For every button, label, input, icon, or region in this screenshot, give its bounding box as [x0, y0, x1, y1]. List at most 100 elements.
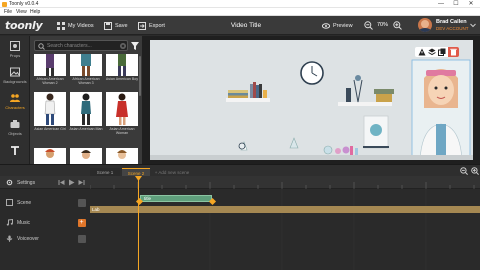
track-music-label: Music	[17, 220, 31, 226]
scene-canvas[interactable]	[150, 40, 473, 160]
save-label: Save	[115, 22, 128, 29]
track-scene-toggle[interactable]	[78, 199, 86, 207]
title-clip[interactable]: title	[140, 195, 212, 202]
menubar: File View Help	[0, 8, 480, 16]
timeline-zoom-in-icon[interactable]	[471, 167, 479, 175]
delete-button[interactable]	[448, 47, 459, 57]
track-scene-label: Scene	[17, 200, 32, 206]
copy-icon[interactable]	[438, 48, 446, 56]
nav-backgrounds-label: Backgrounds	[3, 79, 27, 84]
lab-clip-label: Lab	[92, 207, 100, 212]
character-thumbnail	[116, 93, 128, 125]
warning-icon[interactable]	[418, 48, 426, 56]
character-label: Asian American Woman	[109, 127, 135, 136]
settings-label[interactable]: Settings	[17, 180, 35, 186]
character-card[interactable]	[34, 148, 66, 164]
search-box	[34, 40, 128, 51]
export-button[interactable]: Export	[138, 16, 165, 35]
scene-track-icon	[6, 199, 13, 206]
character-card[interactable]	[34, 92, 66, 126]
gear-icon[interactable]	[6, 179, 13, 186]
trash-icon	[450, 48, 457, 56]
props-icon	[10, 41, 20, 51]
character-thumbnail	[46, 54, 54, 76]
character-label: African American Woman 3	[72, 77, 100, 86]
track-music: Music +	[0, 215, 90, 232]
window-title: Toonly v0.0.4	[9, 1, 39, 7]
microphone-icon	[6, 235, 13, 242]
backgrounds-icon	[10, 67, 20, 77]
window-titlebar: Toonly v0.0.4 — ☐ ✕	[0, 0, 480, 8]
filter-icon[interactable]	[130, 40, 140, 51]
zoom-out-icon[interactable]	[364, 21, 373, 30]
element-toolbar	[415, 47, 459, 57]
eye-icon	[322, 22, 330, 29]
save-icon	[104, 21, 112, 30]
scene-floor	[150, 155, 473, 160]
timeline-header: Settings	[0, 176, 480, 189]
nav-backgrounds[interactable]: Backgrounds	[0, 62, 30, 88]
character-label: Asian American Man	[69, 127, 103, 131]
character-thumbnail	[81, 54, 91, 76]
menu-file[interactable]: File	[4, 8, 12, 16]
preview-button[interactable]: Preview	[322, 16, 353, 35]
avatar[interactable]	[418, 18, 432, 32]
nav-text[interactable]	[0, 140, 30, 166]
nav-objects[interactable]: Objects	[0, 114, 30, 140]
background-clip-lab[interactable]: Lab	[90, 206, 480, 213]
character-label: Asian American Boy	[105, 77, 139, 81]
nav-objects-label: Objects	[8, 131, 22, 136]
scene-illustration	[226, 59, 471, 160]
panel-scrollbar[interactable]	[139, 56, 141, 96]
nav-characters-label: Characters	[5, 105, 25, 110]
export-label: Export	[149, 22, 165, 29]
character-thumbnail	[117, 150, 127, 159]
character-label: African American Woman 2	[36, 77, 64, 86]
minimize-button[interactable]: —	[434, 0, 448, 8]
nav-props-label: Props	[9, 53, 21, 58]
character-card[interactable]	[106, 54, 138, 76]
skip-forward-icon[interactable]	[78, 179, 85, 186]
maximize-button[interactable]: ☐	[449, 0, 463, 8]
time-ruler[interactable]	[90, 176, 480, 189]
characters-icon	[10, 94, 20, 102]
character-card[interactable]	[34, 54, 66, 76]
timeline-zoom-out-icon[interactable]	[460, 167, 468, 175]
save-button[interactable]: Save	[104, 16, 128, 35]
character-card[interactable]	[70, 54, 102, 76]
character-panel: African American Woman 2 African America…	[30, 36, 142, 164]
character-thumbnail	[118, 54, 126, 76]
character-card[interactable]	[70, 92, 102, 126]
my-videos-button[interactable]: My Videos	[57, 16, 94, 35]
zoom-in-icon[interactable]	[393, 21, 402, 30]
character-thumbnail	[44, 93, 56, 125]
toonly-logo: toonly	[5, 19, 43, 32]
close-button[interactable]: ✕	[464, 0, 478, 8]
play-icon[interactable]	[68, 179, 75, 186]
skip-back-icon[interactable]	[58, 179, 65, 186]
preview-label: Preview	[333, 22, 353, 29]
video-title[interactable]: Video Title	[216, 16, 276, 35]
nav-characters[interactable]: Characters	[0, 88, 30, 114]
search-icon	[38, 43, 45, 50]
character-thumbnail	[81, 150, 91, 159]
menu-help[interactable]: Help	[30, 8, 40, 16]
search-input[interactable]	[47, 42, 117, 50]
character-card[interactable]	[106, 148, 138, 164]
clear-search-icon[interactable]	[120, 43, 126, 49]
character-card[interactable]	[70, 148, 102, 164]
character-card[interactable]	[106, 92, 138, 126]
track-voiceover-add-button[interactable]	[78, 235, 86, 243]
menu-view[interactable]: View	[16, 8, 27, 16]
zoom-level: 70%	[377, 22, 389, 28]
grid-icon	[57, 21, 65, 30]
playhead[interactable]	[138, 176, 139, 270]
user-role: DEV ACCOUNT	[436, 26, 469, 31]
chevron-down-icon[interactable]	[470, 23, 476, 28]
character-label: Asian American Girl	[34, 127, 66, 131]
track-music-add-button[interactable]: +	[78, 219, 86, 227]
nav-props[interactable]: Props	[0, 36, 30, 62]
asset-sidebar: Props Backgrounds Characters Objects	[0, 36, 30, 164]
layers-icon[interactable]	[428, 48, 436, 56]
music-icon	[6, 219, 13, 226]
